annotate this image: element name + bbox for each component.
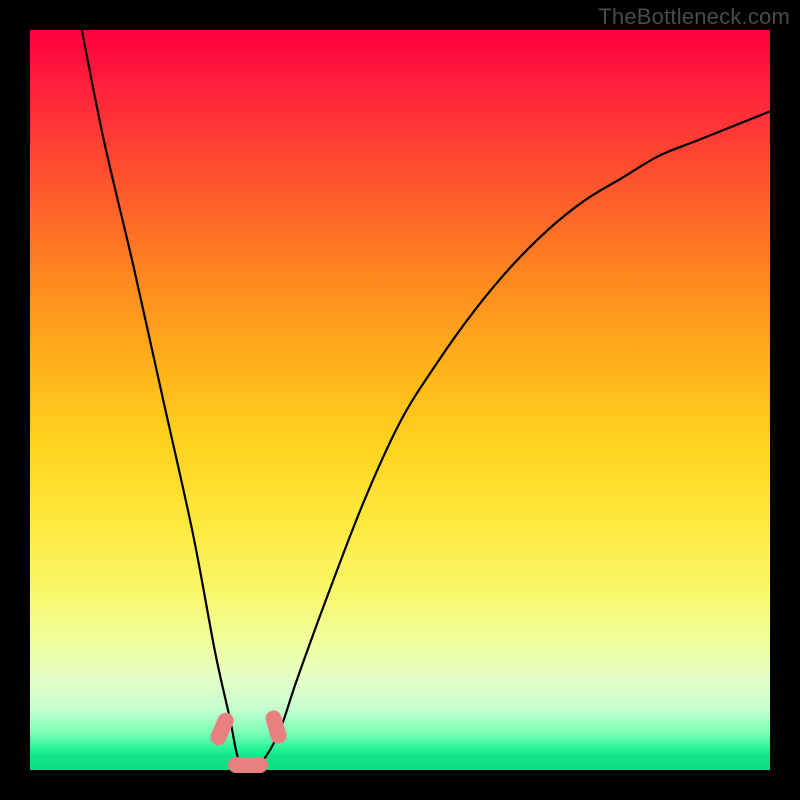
plot-area — [30, 30, 770, 770]
attribution-text: TheBottleneck.com — [598, 4, 790, 30]
chart-stage: TheBottleneck.com — [0, 0, 800, 800]
curve-svg — [30, 30, 770, 770]
bottom-flat-marker — [228, 757, 268, 773]
bottleneck-curve — [82, 30, 770, 772]
